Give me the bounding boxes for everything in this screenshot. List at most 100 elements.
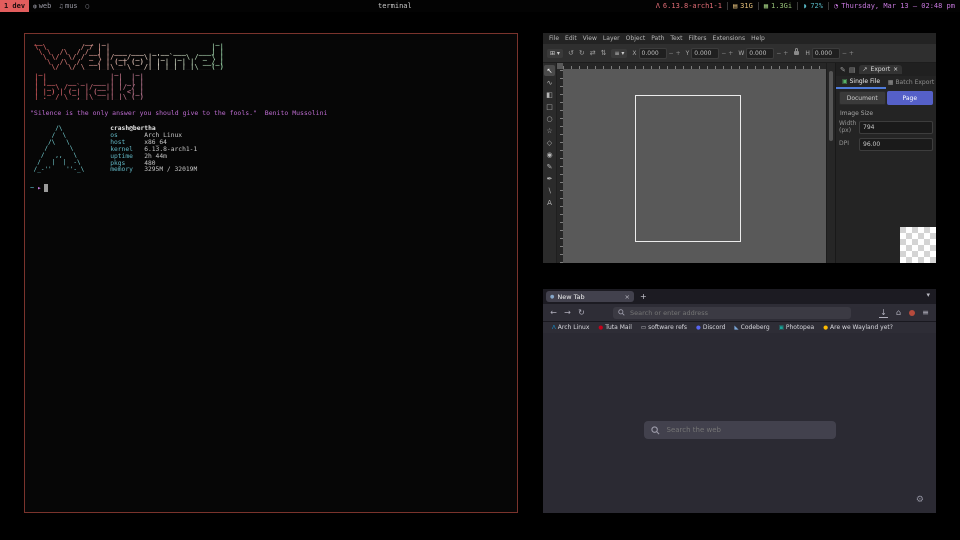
gear-icon[interactable]: ⚙ [916,495,924,505]
flip-horizontal-icon[interactable]: ⇄ [590,49,596,57]
bookmark-folder-software-refs[interactable]: ▭software refs [641,324,687,331]
export-scope-buttons: Document Page [839,91,933,105]
star-tool[interactable]: ☆ [544,125,555,136]
page-button[interactable]: Page [887,91,934,105]
h-value[interactable]: 0.000 [812,48,840,59]
nav-right-icons: ↓ ⌂ ≡ [879,308,930,318]
pencil-tool[interactable]: ✎ [544,161,555,172]
lock-ratio-icon[interactable] [794,51,799,55]
canvas-scrollbar[interactable] [826,63,835,263]
new-tab-button[interactable]: + [640,292,647,301]
y-value[interactable]: 0.000 [691,48,719,59]
workspace-misc[interactable]: ▢ [82,0,94,12]
ellipse-tool[interactable]: ○ [544,113,555,124]
node-tool[interactable]: ∿ [544,77,555,88]
bookmark-discord[interactable]: ●Discord [696,324,725,331]
width-row: Width (px) [839,121,933,134]
text-cursor [44,184,48,192]
bookmark-label: Photopea [786,324,814,331]
text-tool[interactable]: A [544,197,555,208]
stepper-plus[interactable]: + [676,50,681,57]
inkscape-canvas[interactable] [557,63,826,263]
status-segments: Λ 6.13.8-arch1-1 ▤ 31G ▦ 1.3Gi ◗ 72% ◔ T… [651,0,960,12]
shell-prompt[interactable]: ~ ▸ [30,184,517,192]
rect-tool[interactable]: □ [544,101,555,112]
stepper-minus[interactable]: − [776,50,781,57]
layers-icon[interactable]: ▤ [849,66,856,74]
dpi-input[interactable] [859,138,933,151]
x-value[interactable]: 0.000 [639,48,667,59]
stepper-minus[interactable]: − [721,50,726,57]
pen-tool[interactable]: ✒ [544,173,555,184]
web-search-box[interactable] [644,421,836,439]
menu-path[interactable]: Path [648,35,667,42]
document-button[interactable]: Document [839,91,886,105]
selector-tool[interactable]: ↖ [544,65,555,76]
xml-editor-icon[interactable]: ✎ [840,66,846,74]
w-label: W [738,50,744,57]
bookmark-tuta-mail[interactable]: ●Tuta Mail [598,324,632,331]
rotate-ccw-icon[interactable]: ↺ [568,49,574,57]
stepper-minus[interactable]: − [842,50,847,57]
selection-mode-dropdown[interactable]: ⊞ ▾ [547,49,563,58]
url-bar[interactable] [613,307,851,319]
transparency-preview [900,227,936,263]
forward-icon[interactable]: → [563,308,572,317]
url-input[interactable] [628,308,846,318]
spiral-tool[interactable]: ◉ [544,149,555,160]
menu-view[interactable]: View [580,35,600,42]
back-icon[interactable]: ← [549,308,558,317]
image-icon: ▣ [842,78,848,85]
menu-help[interactable]: Help [748,35,768,42]
bookmark-photopea[interactable]: ▣Photopea [779,324,815,331]
downloads-icon[interactable]: ↓ [879,308,888,318]
workspace-web[interactable]: ◍ web [29,0,55,12]
horizontal-ruler [563,63,826,69]
workspace-label: 1 dev [4,2,25,10]
menu-extensions[interactable]: Extensions [710,35,749,42]
bookmark-codeberg[interactable]: ◣Codeberg [734,324,769,331]
box3d-tool[interactable]: ◇ [544,137,555,148]
bookmark-are-we-wayland-yet[interactable]: ●Are we Wayland yet? [823,324,893,331]
width-input[interactable] [859,121,933,134]
menu-icon[interactable]: ≡ [921,308,930,317]
tab-single-file[interactable]: ▣ Single File [836,75,886,89]
menu-filters[interactable]: Filters [686,35,710,42]
flip-vertical-icon[interactable]: ⇅ [601,49,607,57]
tab-close-icon[interactable]: × [625,293,630,301]
calligraphy-tool[interactable]: ∖ [544,185,555,196]
menu-layer[interactable]: Layer [600,35,623,42]
stepper-minus[interactable]: − [669,50,674,57]
page-outline[interactable] [635,95,741,242]
export-dialog-tab[interactable]: ↗ Export × [859,65,903,74]
workspace-mus[interactable]: ♫ mus [55,0,81,12]
stepper-plus[interactable]: + [849,50,854,57]
extension-icon[interactable] [909,310,915,316]
menu-text[interactable]: Text [667,35,685,42]
rotate-cw-icon[interactable]: ↻ [579,49,585,57]
workspace-dev[interactable]: 1 dev [0,0,29,12]
fetch-label: memory [110,167,144,174]
menu-object[interactable]: Object [623,35,649,42]
list-all-tabs-icon[interactable]: ▾ [926,291,930,299]
stepper-plus[interactable]: + [783,50,788,57]
inkscape-window: File Edit View Layer Object Path Text Fi… [543,33,936,263]
bookmark-arch-linux[interactable]: ΛArch Linux [552,324,589,331]
search-icon [618,309,625,316]
home-icon[interactable]: ⌂ [894,308,903,317]
web-search-input[interactable] [665,425,829,435]
terminal-window[interactable]: __ __ _ _ \ \ / / | | | | \ \ /\ / /__| … [24,33,518,513]
export-panel: ✎ ▤ ↗ Export × ▣ Single File ▦ Ba [835,63,936,263]
align-dropdown[interactable]: ≡ ▾ [611,49,627,58]
menu-edit[interactable]: Edit [562,35,580,42]
shape-builder-tool[interactable]: ◧ [544,89,555,100]
stepper-plus[interactable]: + [728,50,733,57]
w-value[interactable]: 0.000 [746,48,774,59]
scrollbar-thumb[interactable] [829,71,833,141]
close-icon[interactable]: × [893,66,898,73]
tab-batch-export[interactable]: ▦ Batch Export [886,76,936,88]
reload-icon[interactable]: ↻ [577,308,586,317]
arch-icon: Λ [656,2,660,10]
menu-file[interactable]: File [546,35,562,42]
browser-tab-newtab[interactable]: ● New Tab × [546,291,634,302]
